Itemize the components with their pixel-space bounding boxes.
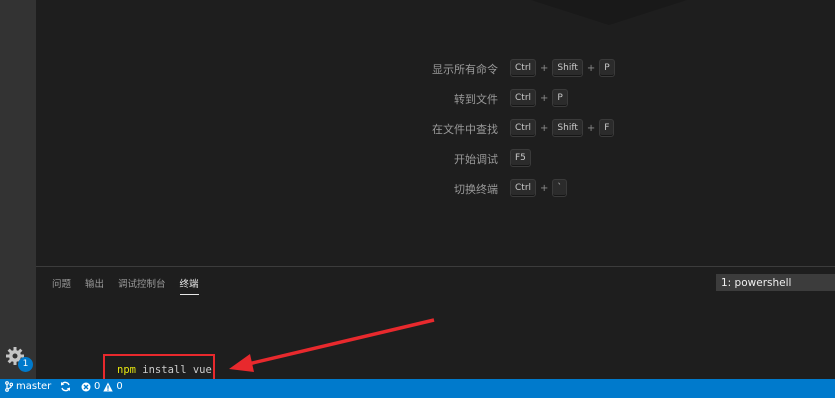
error-count: 0 <box>94 381 101 392</box>
branch-name: master <box>16 381 52 392</box>
key-separator: + <box>586 122 596 134</box>
shortcut-label: 切换终端 <box>454 183 498 196</box>
key-f5: F5 <box>510 149 531 167</box>
shortcut-label: 开始调试 <box>454 153 498 166</box>
error-icon <box>81 382 91 391</box>
tab-problems[interactable]: 问题 <box>52 276 71 295</box>
tab-debug-console[interactable]: 调试控制台 <box>118 276 166 295</box>
shortcut-label: 转到文件 <box>454 93 498 106</box>
manage-button[interactable]: 1 <box>5 346 33 372</box>
sync-icon <box>61 381 70 392</box>
shortcut-toggle-terminal[interactable]: 切换终端 Ctrl + ` <box>36 178 835 200</box>
shortcut-start-debugging[interactable]: 开始调试 F5 <box>36 148 835 170</box>
shortcut-find-in-files[interactable]: 在文件中查找 Ctrl + Shift + F <box>36 118 835 140</box>
shortcut-label: 显示所有命令 <box>432 63 498 76</box>
key-ctrl: Ctrl <box>510 59 537 77</box>
activity-bar: 1 <box>0 0 36 379</box>
editor-area: 显示所有命令 Ctrl + Shift + P 转到文件 Ctrl + P 在文… <box>36 0 835 266</box>
key-ctrl: Ctrl <box>510 119 537 137</box>
tab-terminal[interactable]: 终端 <box>179 276 199 295</box>
panel-tabs: 问题 输出 调试控制台 终端 <box>52 276 199 295</box>
status-bar: master 0 0 <box>0 379 835 398</box>
key-ctrl: Ctrl <box>510 89 537 107</box>
shortcut-keys: Ctrl + Shift + P <box>510 59 615 77</box>
warning-count: 0 <box>116 381 123 392</box>
branch-indicator[interactable]: master <box>5 381 51 392</box>
key-separator: + <box>540 62 549 74</box>
shortcut-keys: F5 <box>510 149 531 167</box>
tab-output[interactable]: 输出 <box>85 276 104 295</box>
key-backtick: ` <box>552 179 567 197</box>
key-f: F <box>599 119 615 137</box>
problems-indicator[interactable]: 0 0 <box>81 381 123 392</box>
shortcut-keys: Ctrl + P <box>510 89 568 107</box>
key-p: P <box>599 59 615 77</box>
key-shift: Shift <box>552 119 583 137</box>
vscode-watermark-logo <box>531 0 687 25</box>
key-separator: + <box>540 92 549 104</box>
sync-button[interactable] <box>60 381 71 392</box>
shortcut-show-all-commands[interactable]: 显示所有命令 Ctrl + Shift + P <box>36 58 835 80</box>
key-separator: + <box>540 182 549 194</box>
shortcut-keys: Ctrl + Shift + F <box>510 119 615 137</box>
key-separator: + <box>586 62 596 74</box>
shortcut-keys: Ctrl + ` <box>510 179 567 197</box>
key-separator: + <box>540 122 549 134</box>
shortcut-label: 在文件中查找 <box>432 123 498 136</box>
shortcut-go-to-file[interactable]: 转到文件 Ctrl + P <box>36 88 835 110</box>
warning-icon <box>103 382 114 391</box>
git-branch-icon <box>5 381 13 392</box>
key-shift: Shift <box>552 59 583 77</box>
notification-badge: 1 <box>18 357 33 372</box>
key-p: P <box>552 89 568 107</box>
key-ctrl: Ctrl <box>510 179 537 197</box>
terminal-selector[interactable]: 1: powershell <box>716 274 835 291</box>
